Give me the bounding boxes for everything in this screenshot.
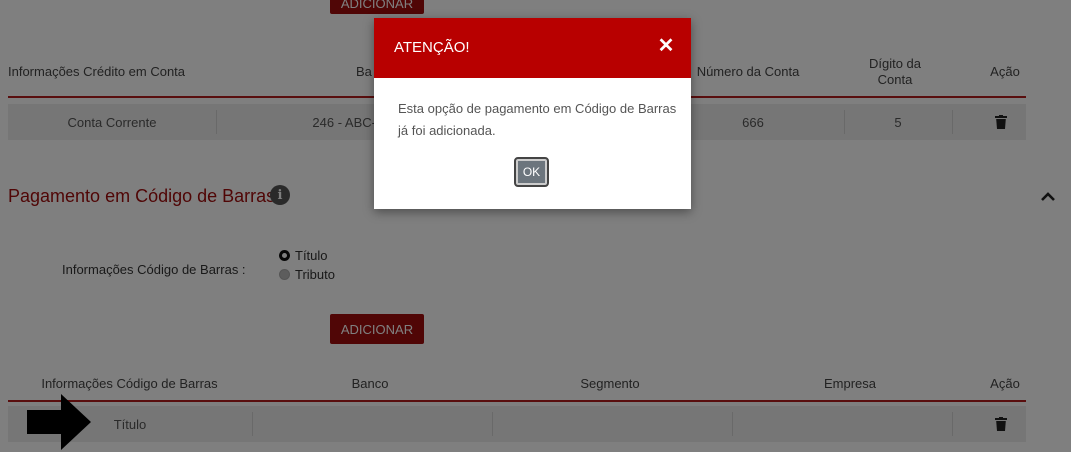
arrow-right-icon [27,394,91,450]
alert-dialog: ATENÇÃO! ✕ Esta opção de pagamento em Có… [374,18,691,209]
dialog-header: ATENÇÃO! ✕ [374,18,691,78]
close-icon[interactable]: ✕ [657,36,675,56]
ok-button[interactable]: OK [514,157,549,187]
dialog-message: Esta opção de pagamento em Código de Bar… [398,101,677,138]
dialog-title: ATENÇÃO! [394,39,470,56]
